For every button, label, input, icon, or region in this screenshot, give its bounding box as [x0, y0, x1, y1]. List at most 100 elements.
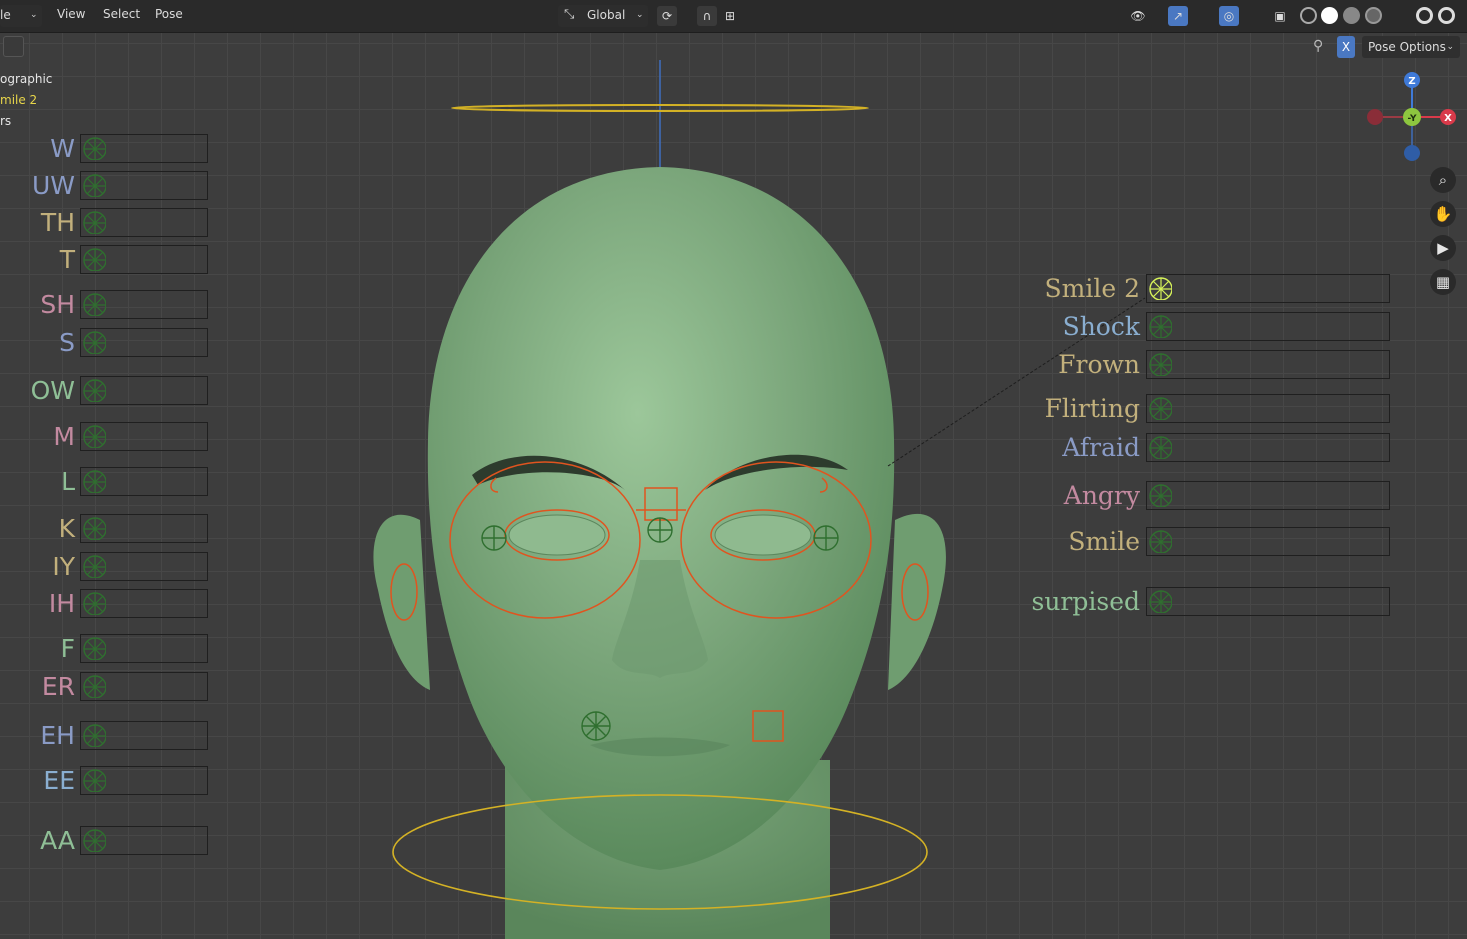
view-name: ographic — [0, 72, 53, 86]
material-shading-icon[interactable] — [1343, 7, 1360, 24]
viseme-slider-track[interactable] — [80, 134, 208, 163]
wireframe-shading-icon[interactable] — [1300, 7, 1317, 24]
slider-knob[interactable] — [1149, 353, 1172, 376]
slider-knob[interactable] — [83, 517, 106, 540]
mouth-knob — [581, 711, 611, 741]
viseme-slider-track[interactable] — [80, 328, 208, 357]
slider-knob[interactable] — [83, 637, 106, 660]
slider-knob[interactable] — [83, 211, 106, 234]
slider-knob[interactable] — [83, 592, 106, 615]
grid-toggle-icon[interactable]: ▦ — [1430, 269, 1456, 295]
slider-knob[interactable] — [83, 331, 106, 354]
viseme-label: UW — [31, 171, 75, 200]
slider-knob[interactable] — [83, 379, 106, 402]
slider-knob[interactable] — [83, 555, 106, 578]
slider-knob[interactable] — [1149, 315, 1172, 338]
slider-knob[interactable] — [83, 769, 106, 792]
viseme-slider-track[interactable] — [80, 826, 208, 855]
slider-knob[interactable] — [83, 425, 106, 448]
viseme-slider-track[interactable] — [80, 766, 208, 795]
eye-left-knob — [481, 525, 507, 551]
pose-options-dropdown[interactable]: Pose Options ⌄ — [1362, 36, 1460, 58]
menu-partial[interactable]: le — [0, 8, 11, 22]
3d-viewport[interactable]: W UW TH T SH S OW M L K IY IH F ER EH EE AA Smile 2 Shock… — [0, 0, 1467, 939]
xray-toggle-icon[interactable]: ▣ — [1270, 6, 1290, 26]
x-mirror-toggle[interactable]: X — [1337, 36, 1355, 58]
slider-knob[interactable] — [1149, 530, 1172, 553]
viseme-slider-track[interactable] — [80, 171, 208, 200]
emotion-label: Afraid — [1062, 433, 1140, 462]
camera-icon[interactable]: ▶ — [1430, 235, 1456, 261]
snap-target-icon[interactable]: ⊞ — [720, 6, 740, 26]
select-box-icon[interactable] — [3, 36, 24, 57]
viewport-header: le ⌄ View Select Pose ⤡ Global ⌄ ⟳ ∩ ⊞ 👁… — [0, 0, 1467, 33]
gizmo-toggle-icon[interactable]: ↗ — [1168, 6, 1188, 26]
rendered-shading-icon[interactable] — [1365, 7, 1382, 24]
pivot-point-icon[interactable]: ⟳ — [657, 6, 677, 26]
viseme-slider-track[interactable] — [80, 589, 208, 618]
slider-knob[interactable] — [1149, 277, 1172, 300]
menu-select[interactable]: Select — [103, 7, 140, 21]
orientation-label: Global — [587, 8, 626, 22]
chevron-down-icon: ⌄ — [30, 10, 38, 20]
slider-knob[interactable] — [83, 470, 106, 493]
scene[interactable] — [0, 0, 1467, 939]
eye-center-knob — [647, 517, 673, 543]
pan-hand-icon[interactable]: ✋ — [1430, 201, 1456, 227]
menu-pose[interactable]: Pose — [155, 7, 183, 21]
eye-right-knob — [813, 525, 839, 551]
transform-orientation-dropdown[interactable]: ⤡ Global ⌄ — [558, 5, 648, 27]
viseme-slider-track[interactable] — [80, 245, 208, 274]
overlay-toggle-icon[interactable]: ◎ — [1219, 6, 1239, 26]
emotion-slider-track[interactable] — [1146, 394, 1390, 423]
zoom-icon[interactable]: ⌕ — [1430, 167, 1456, 193]
viseme-label: F — [60, 634, 75, 663]
viseme-slider-track[interactable] — [80, 721, 208, 750]
navigation-gizmo[interactable]: Z X -Y — [1357, 63, 1467, 173]
viseme-slider-track[interactable] — [80, 376, 208, 405]
emotion-slider-track[interactable] — [1146, 481, 1390, 510]
visibility-eye-icon[interactable]: 👁 — [1128, 6, 1148, 26]
viseme-label: W — [50, 134, 75, 163]
slider-knob[interactable] — [83, 248, 106, 271]
emotion-slider-track[interactable] — [1146, 312, 1390, 341]
slider-knob[interactable] — [83, 829, 106, 852]
slider-knob[interactable] — [83, 724, 106, 747]
viseme-label: TH — [40, 208, 75, 237]
slider-knob[interactable] — [1149, 436, 1172, 459]
emotion-slider-track[interactable] — [1146, 527, 1390, 556]
shading-options-icon[interactable] — [1416, 7, 1433, 24]
menu-view[interactable]: View — [57, 7, 85, 21]
emotion-label: Flirting — [1044, 394, 1140, 423]
viseme-slider-track[interactable] — [80, 467, 208, 496]
viseme-slider-track[interactable] — [80, 552, 208, 581]
slider-knob[interactable] — [83, 675, 106, 698]
orientation-icon: ⤡ — [564, 7, 575, 22]
emotion-slider-track[interactable] — [1146, 274, 1390, 303]
viseme-slider-track[interactable] — [80, 208, 208, 237]
viseme-slider-track[interactable] — [80, 422, 208, 451]
emotion-slider-track[interactable] — [1146, 433, 1390, 462]
emotion-slider-track[interactable] — [1146, 587, 1390, 616]
shading-options-2-icon[interactable] — [1438, 7, 1455, 24]
slider-knob[interactable] — [83, 174, 106, 197]
slider-knob[interactable] — [83, 137, 106, 160]
chevron-down-icon: ⌄ — [636, 10, 644, 20]
viseme-slider-track[interactable] — [80, 290, 208, 319]
slider-knob[interactable] — [1149, 397, 1172, 420]
viseme-label: T — [59, 245, 75, 274]
viseme-label: L — [61, 467, 75, 496]
snap-icon[interactable]: ∩ — [697, 6, 717, 26]
emotion-slider-track[interactable] — [1146, 350, 1390, 379]
viseme-slider-track[interactable] — [80, 672, 208, 701]
solid-shading-icon[interactable] — [1321, 7, 1338, 24]
editor-type-dropdown[interactable]: le ⌄ — [0, 5, 42, 27]
viseme-slider-track[interactable] — [80, 634, 208, 663]
slider-knob[interactable] — [83, 293, 106, 316]
mirror-bone-icon[interactable]: ⚲ — [1313, 38, 1323, 54]
slider-knob[interactable] — [1149, 590, 1172, 613]
viseme-label: EE — [43, 766, 75, 795]
emotion-label: Angry — [1063, 481, 1140, 510]
viseme-slider-track[interactable] — [80, 514, 208, 543]
slider-knob[interactable] — [1149, 484, 1172, 507]
